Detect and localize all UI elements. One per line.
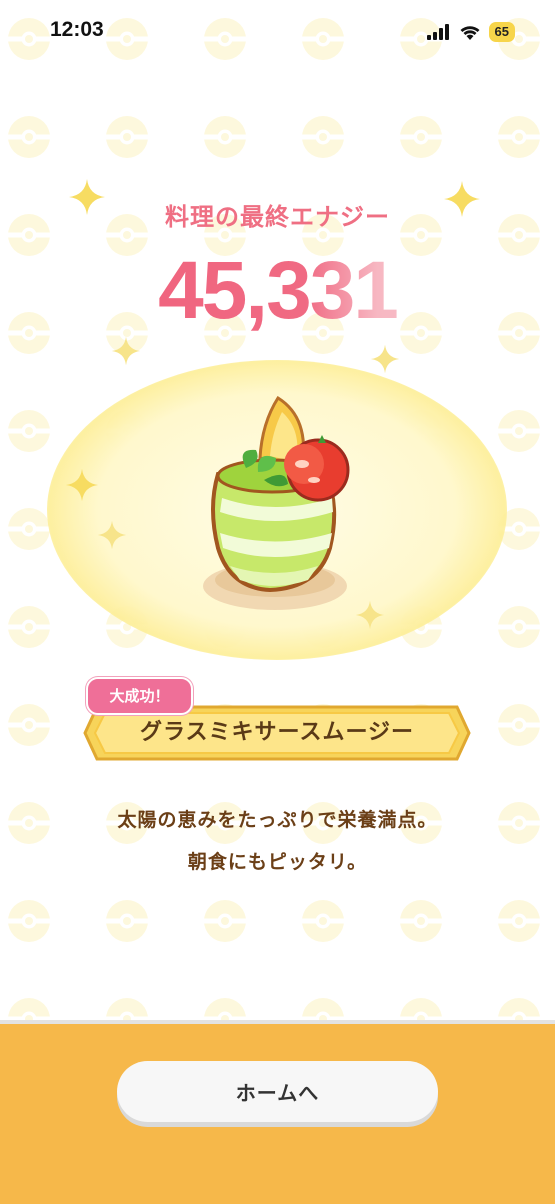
cellular-signal-icon <box>426 24 449 40</box>
status-icons: 65 <box>426 20 515 44</box>
dish-description-line2: 朝食にもピッタリ。 <box>187 851 368 873</box>
status-bar: 12:03 65 <box>0 0 555 62</box>
dish-description-line1: 太陽の恵みをたっぷりで栄養満点。 <box>117 809 438 831</box>
home-button[interactable]: ホームへ <box>117 1061 438 1122</box>
energy-value: 45,331 <box>0 244 555 338</box>
smoothie-dish-image <box>203 395 350 610</box>
sparkle-icon <box>444 181 480 217</box>
status-time: 12:03 <box>50 18 104 41</box>
great-success-badge: 大成功！ <box>86 677 193 715</box>
sparkle-icon <box>65 468 99 502</box>
sparkle-icon <box>97 520 127 550</box>
battery-indicator: 65 <box>488 22 515 42</box>
wifi-icon <box>460 26 480 40</box>
sparkle-icon <box>69 179 105 215</box>
sparkle-icon <box>370 344 400 374</box>
sparkle-icon <box>111 336 141 366</box>
